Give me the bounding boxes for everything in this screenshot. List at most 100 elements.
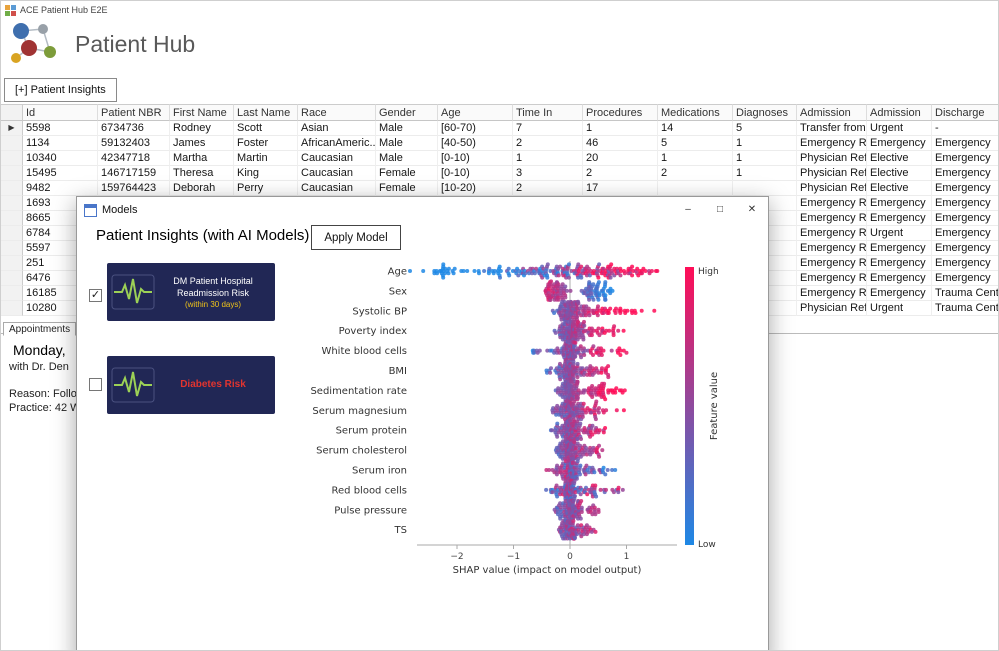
- grid-cell[interactable]: Emergency: [867, 271, 932, 286]
- grid-cell[interactable]: [0-10): [438, 166, 513, 181]
- grid-cell[interactable]: Physician Refe...: [797, 301, 867, 316]
- close-icon[interactable]: ✕: [736, 197, 768, 223]
- grid-cell[interactable]: Emergency: [932, 271, 998, 286]
- grid-cell[interactable]: Caucasian: [298, 151, 376, 166]
- grid-cell[interactable]: [733, 181, 797, 196]
- grid-cell[interactable]: Emergency: [932, 181, 998, 196]
- grid-cell[interactable]: Emergency R...: [797, 241, 867, 256]
- grid-cell[interactable]: 1: [658, 151, 733, 166]
- grid-cell[interactable]: 1134: [23, 136, 98, 151]
- grid-column-header[interactable]: Admission: [867, 104, 932, 121]
- grid-cell[interactable]: Caucasian: [298, 166, 376, 181]
- grid-column-header[interactable]: Patient NBR: [98, 104, 170, 121]
- grid-cell[interactable]: 5598: [23, 121, 98, 136]
- grid-cell[interactable]: Emergency R...: [797, 286, 867, 301]
- grid-cell[interactable]: 6734736: [98, 121, 170, 136]
- grid-cell[interactable]: Foster: [234, 136, 298, 151]
- grid-cell[interactable]: Elective: [867, 151, 932, 166]
- grid-cell[interactable]: Female: [376, 181, 438, 196]
- grid-cell[interactable]: Urgent: [867, 121, 932, 136]
- grid-cell[interactable]: 10340: [23, 151, 98, 166]
- grid-column-header[interactable]: Last Name: [234, 104, 298, 121]
- grid-cell[interactable]: Transfer from...: [797, 121, 867, 136]
- grid-cell[interactable]: Emergency R...: [797, 271, 867, 286]
- tab-appointments[interactable]: Appointments: [3, 322, 77, 336]
- grid-column-header[interactable]: Procedures: [583, 104, 658, 121]
- grid-cell[interactable]: 3: [513, 166, 583, 181]
- grid-cell[interactable]: [10-20): [438, 181, 513, 196]
- grid-cell[interactable]: 17: [583, 181, 658, 196]
- grid-cell[interactable]: 1: [583, 121, 658, 136]
- grid-cell[interactable]: Urgent: [867, 301, 932, 316]
- grid-column-header[interactable]: First Name: [170, 104, 234, 121]
- grid-cell[interactable]: Emergency: [867, 241, 932, 256]
- grid-cell[interactable]: Emergency: [932, 256, 998, 271]
- grid-column-header[interactable]: Admission: [797, 104, 867, 121]
- grid-cell[interactable]: Emergency R...: [797, 226, 867, 241]
- diabetes-model-checkbox[interactable]: [89, 378, 102, 391]
- grid-cell[interactable]: Emergency: [932, 241, 998, 256]
- grid-cell[interactable]: Male: [376, 136, 438, 151]
- row-selector[interactable]: [1, 166, 23, 181]
- grid-cell[interactable]: 1: [733, 136, 797, 151]
- row-selector[interactable]: [1, 151, 23, 166]
- grid-column-header[interactable]: Race: [298, 104, 376, 121]
- patient-insights-button[interactable]: [+] Patient Insights: [4, 78, 117, 102]
- grid-cell[interactable]: Emergency: [932, 196, 998, 211]
- grid-cell[interactable]: 1: [513, 151, 583, 166]
- grid-cell[interactable]: Emergency: [932, 211, 998, 226]
- grid-cell[interactable]: 1: [733, 151, 797, 166]
- grid-cell[interactable]: Asian: [298, 121, 376, 136]
- row-selector[interactable]: [1, 181, 23, 196]
- row-selector[interactable]: ▶: [1, 121, 23, 136]
- grid-cell[interactable]: 5: [733, 121, 797, 136]
- grid-cell[interactable]: 1: [733, 166, 797, 181]
- grid-cell[interactable]: James: [170, 136, 234, 151]
- readmission-model-checkbox[interactable]: ✓: [89, 289, 102, 302]
- row-selector[interactable]: [1, 256, 23, 271]
- grid-cell[interactable]: 2: [513, 136, 583, 151]
- diabetes-model-card[interactable]: Diabetes Risk: [107, 356, 275, 414]
- grid-column-header[interactable]: Id: [23, 104, 98, 121]
- grid-cell[interactable]: Emergency: [932, 151, 998, 166]
- grid-cell[interactable]: 15495: [23, 166, 98, 181]
- grid-cell[interactable]: 9482: [23, 181, 98, 196]
- grid-cell[interactable]: [40-50): [438, 136, 513, 151]
- grid-cell[interactable]: Martha: [170, 151, 234, 166]
- grid-cell[interactable]: Physician Refe...: [797, 181, 867, 196]
- grid-column-header[interactable]: Gender: [376, 104, 438, 121]
- grid-cell[interactable]: Elective: [867, 166, 932, 181]
- grid-cell[interactable]: King: [234, 166, 298, 181]
- grid-cell[interactable]: Emergency R...: [797, 136, 867, 151]
- grid-cell[interactable]: Scott: [234, 121, 298, 136]
- models-dialog-titlebar[interactable]: Models – □ ✕: [77, 197, 768, 223]
- grid-cell[interactable]: Martin: [234, 151, 298, 166]
- readmission-model-card[interactable]: DM Patient Hospital Readmission Risk (wi…: [107, 263, 275, 321]
- grid-cell[interactable]: 20: [583, 151, 658, 166]
- row-selector[interactable]: [1, 286, 23, 301]
- grid-cell[interactable]: Emergency: [932, 136, 998, 151]
- grid-cell[interactable]: Emergency: [867, 211, 932, 226]
- grid-cell[interactable]: Physician Refe...: [797, 151, 867, 166]
- grid-cell[interactable]: Male: [376, 151, 438, 166]
- grid-cell[interactable]: 2: [513, 181, 583, 196]
- grid-cell[interactable]: Female: [376, 166, 438, 181]
- row-selector[interactable]: [1, 136, 23, 151]
- grid-column-header[interactable]: Time In: [513, 104, 583, 121]
- grid-cell[interactable]: Emergency R...: [797, 211, 867, 226]
- row-selector[interactable]: [1, 226, 23, 241]
- grid-cell[interactable]: 2: [583, 166, 658, 181]
- grid-cell[interactable]: Emergency: [932, 226, 998, 241]
- grid-cell[interactable]: Emergency: [867, 286, 932, 301]
- grid-cell[interactable]: Rodney: [170, 121, 234, 136]
- grid-cell[interactable]: Caucasian: [298, 181, 376, 196]
- grid-cell[interactable]: AfricanAmeric...: [298, 136, 376, 151]
- grid-cell[interactable]: [60-70): [438, 121, 513, 136]
- grid-cell[interactable]: Trauma Cente...: [932, 301, 998, 316]
- grid-column-header[interactable]: Age: [438, 104, 513, 121]
- grid-cell[interactable]: 42347718: [98, 151, 170, 166]
- grid-cell[interactable]: -: [932, 121, 998, 136]
- grid-cell[interactable]: 2: [658, 166, 733, 181]
- grid-cell[interactable]: Emergency: [867, 136, 932, 151]
- grid-cell[interactable]: Emergency: [867, 196, 932, 211]
